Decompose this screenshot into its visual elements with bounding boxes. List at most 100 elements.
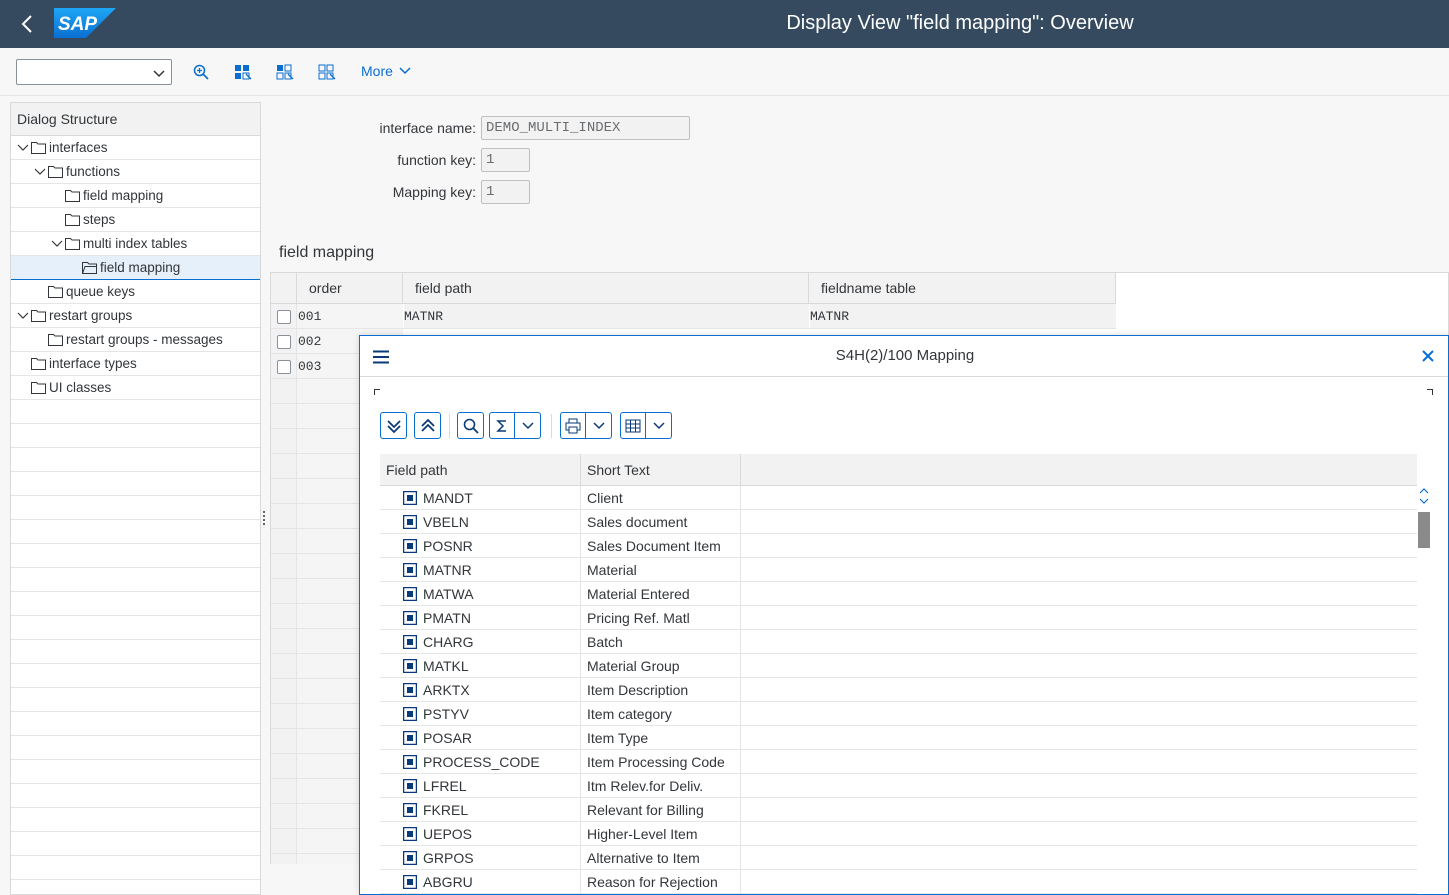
splitter-handle[interactable] bbox=[262, 510, 266, 526]
column-header-order[interactable]: order bbox=[297, 273, 403, 304]
tree-item-interfaces[interactable]: interfaces bbox=[11, 136, 260, 160]
short-text-cell[interactable]: Reason for Rejection bbox=[581, 870, 741, 894]
row-checkbox[interactable] bbox=[277, 360, 291, 374]
table-row[interactable]: PSTYV Item category bbox=[380, 702, 1417, 726]
table-row[interactable]: GRPOS Alternative to Item bbox=[380, 846, 1417, 870]
field-path-cell[interactable]: CHARG bbox=[380, 630, 581, 654]
field-path-cell[interactable]: POSNR bbox=[380, 534, 581, 558]
back-button[interactable] bbox=[14, 12, 40, 36]
field-path-cell[interactable]: MATNR bbox=[404, 304, 809, 328]
function-key-field[interactable]: 1 bbox=[481, 148, 530, 172]
chevron-down-icon[interactable] bbox=[51, 238, 63, 250]
layout-dropdown-button[interactable] bbox=[646, 413, 671, 438]
short-text-cell[interactable]: Itm Relev.for Deliv. bbox=[581, 774, 741, 798]
short-text-cell[interactable]: Relevant for Billing bbox=[581, 798, 741, 822]
select-block-button[interactable] bbox=[272, 60, 298, 84]
short-text-cell[interactable]: Batch bbox=[581, 630, 741, 654]
sum-dropdown-button[interactable] bbox=[515, 413, 540, 438]
print-button[interactable] bbox=[561, 413, 586, 438]
deselect-all-button[interactable] bbox=[314, 60, 340, 84]
field-path-cell[interactable]: POSAR bbox=[380, 726, 581, 750]
expand-all-button[interactable] bbox=[380, 412, 407, 439]
short-text-cell[interactable]: Material Group bbox=[581, 654, 741, 678]
field-path-cell[interactable]: LFREL bbox=[380, 774, 581, 798]
sum-button[interactable] bbox=[490, 413, 515, 438]
tree-item-restart-groups[interactable]: restart groups bbox=[11, 304, 260, 328]
short-text-cell[interactable]: Item Description bbox=[581, 678, 741, 702]
table-row[interactable]: UEPOS Higher-Level Item bbox=[380, 822, 1417, 846]
scroll-down-icon[interactable] bbox=[1418, 496, 1430, 506]
tree-item-ui-classes[interactable]: UI classes bbox=[11, 376, 260, 400]
chevron-down-icon[interactable] bbox=[34, 166, 46, 178]
tree-item-steps[interactable]: steps bbox=[11, 208, 260, 232]
table-row[interactable]: POSAR Item Type bbox=[380, 726, 1417, 750]
field-path-cell[interactable]: PROCESS_CODE bbox=[380, 750, 581, 774]
table-row[interactable]: PMATN Pricing Ref. Matl bbox=[380, 606, 1417, 630]
chevron-down-icon[interactable] bbox=[17, 310, 29, 322]
table-row[interactable]: FKREL Relevant for Billing bbox=[380, 798, 1417, 822]
short-text-cell[interactable]: Pricing Ref. Matl bbox=[581, 606, 741, 630]
field-path-cell[interactable]: UEPOS bbox=[380, 822, 581, 846]
row-checkbox[interactable] bbox=[277, 310, 291, 324]
order-cell[interactable]: 003 bbox=[298, 354, 321, 379]
short-text-cell[interactable]: Item Processing Code bbox=[581, 750, 741, 774]
table-row[interactable]: MANDT Client bbox=[380, 486, 1417, 510]
short-text-cell[interactable]: Item category bbox=[581, 702, 741, 726]
short-text-cell[interactable]: Material Entered bbox=[581, 582, 741, 606]
collapse-all-button[interactable] bbox=[414, 412, 441, 439]
short-text-cell[interactable]: Sales document bbox=[581, 510, 741, 534]
chevron-down-icon[interactable] bbox=[17, 142, 29, 154]
table-row[interactable]: 001 MATNR MATNR bbox=[271, 304, 1116, 329]
select-all-button[interactable] bbox=[230, 60, 256, 84]
tree-item-queue-keys[interactable]: queue keys bbox=[11, 280, 260, 304]
column-header-fieldname-table[interactable]: fieldname table bbox=[809, 273, 1116, 304]
table-row[interactable]: MATNR Material bbox=[380, 558, 1417, 582]
field-path-cell[interactable]: MANDT bbox=[380, 486, 581, 510]
column-header-field-path[interactable]: Field path bbox=[380, 454, 581, 486]
column-header-short-text[interactable]: Short Text bbox=[581, 454, 741, 486]
field-path-cell[interactable]: MATKL bbox=[380, 654, 581, 678]
table-row[interactable]: ABGRU Reason for Rejection bbox=[380, 870, 1417, 894]
select-all-header[interactable] bbox=[271, 273, 297, 304]
find-button[interactable] bbox=[188, 60, 214, 84]
order-cell[interactable]: 002 bbox=[298, 329, 321, 354]
layout-button[interactable] bbox=[621, 413, 646, 438]
short-text-cell[interactable]: Item Type bbox=[581, 726, 741, 750]
table-row[interactable]: PROCESS_CODE Item Processing Code bbox=[380, 750, 1417, 774]
field-path-cell[interactable]: VBELN bbox=[380, 510, 581, 534]
vertical-scrollbar[interactable] bbox=[1417, 486, 1431, 894]
column-header-field-path[interactable]: field path bbox=[403, 273, 809, 304]
table-row[interactable]: VBELN Sales document bbox=[380, 510, 1417, 534]
interface-name-field[interactable]: DEMO_MULTI_INDEX bbox=[481, 116, 690, 140]
tree-item-field-mapping[interactable]: field mapping bbox=[11, 184, 260, 208]
order-cell[interactable]: 001 bbox=[298, 304, 321, 329]
tree-item-multi-index-tables[interactable]: multi index tables bbox=[11, 232, 260, 256]
scroll-up-icon[interactable] bbox=[1418, 486, 1430, 496]
tree-item-interface-types[interactable]: interface types bbox=[11, 352, 260, 376]
mapping-key-field[interactable]: 1 bbox=[481, 180, 530, 204]
field-path-cell[interactable]: GRPOS bbox=[380, 846, 581, 870]
more-menu-button[interactable]: More bbox=[361, 63, 411, 79]
sap-logo[interactable]: SAP bbox=[54, 8, 116, 38]
table-row[interactable]: LFREL Itm Relev.for Deliv. bbox=[380, 774, 1417, 798]
command-select[interactable] bbox=[16, 59, 172, 85]
short-text-cell[interactable]: Material bbox=[581, 558, 741, 582]
field-path-cell[interactable]: PMATN bbox=[380, 606, 581, 630]
short-text-cell[interactable]: Higher-Level Item bbox=[581, 822, 741, 846]
tree-item-restart-groups-messages[interactable]: restart groups - messages bbox=[11, 328, 260, 352]
tree-item-functions[interactable]: functions bbox=[11, 160, 260, 184]
short-text-cell[interactable]: Sales Document Item bbox=[581, 534, 741, 558]
table-row[interactable]: CHARG Batch bbox=[380, 630, 1417, 654]
table-row[interactable]: ARKTX Item Description bbox=[380, 678, 1417, 702]
field-path-cell[interactable]: MATNR bbox=[380, 558, 581, 582]
field-path-cell[interactable]: PSTYV bbox=[380, 702, 581, 726]
table-row[interactable]: MATWA Material Entered bbox=[380, 582, 1417, 606]
tree-item-field-mapping-selected[interactable]: field mapping bbox=[11, 256, 260, 280]
short-text-cell[interactable]: Client bbox=[581, 486, 741, 510]
field-path-cell[interactable]: MATWA bbox=[380, 582, 581, 606]
find-button[interactable] bbox=[457, 412, 484, 439]
table-row[interactable]: POSNR Sales Document Item bbox=[380, 534, 1417, 558]
table-row[interactable]: MATKL Material Group bbox=[380, 654, 1417, 678]
fieldname-table-cell[interactable]: MATNR bbox=[810, 304, 1116, 328]
row-checkbox[interactable] bbox=[277, 335, 291, 349]
